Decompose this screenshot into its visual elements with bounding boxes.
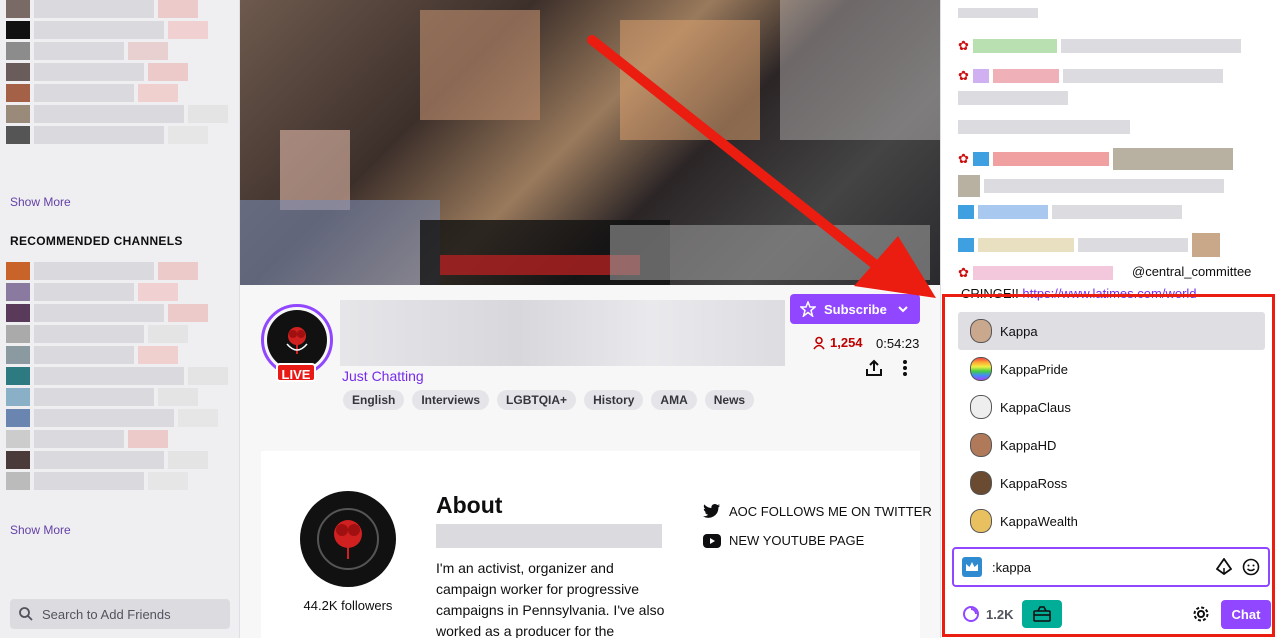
chevron-down-icon — [898, 306, 908, 313]
rose-badge-icon: ✿ — [958, 38, 969, 53]
search-friends-input[interactable]: Search to Add Friends — [10, 599, 230, 629]
recommended-channels-list — [6, 262, 230, 493]
app-root: Show More RECOMMENDED CHANNELS Show More… — [0, 0, 1276, 638]
chat-message: ✿ — [958, 38, 1258, 54]
category-link[interactable]: Just Chatting — [342, 368, 424, 384]
video-player[interactable] — [240, 0, 940, 285]
rose-badge-icon: ✿ — [958, 68, 969, 83]
rose-badge-icon: ✿ — [958, 151, 969, 166]
emote-icon — [1192, 233, 1220, 257]
youtube-link-label: NEW YOUTUBE PAGE — [729, 533, 865, 548]
twitter-icon — [703, 504, 720, 518]
channel-avatar-image — [267, 310, 327, 370]
emote-icon — [1112, 148, 1233, 170]
channel-row[interactable] — [6, 472, 230, 490]
about-name-redacted — [436, 524, 662, 548]
crown-badge-icon — [958, 238, 974, 252]
stream-tags: English Interviews LGBTQIA+ History AMA … — [343, 390, 755, 410]
chat-message: ✿ — [958, 148, 1258, 170]
channel-row[interactable] — [6, 126, 230, 144]
tag[interactable]: Interviews — [412, 390, 490, 410]
rose-logo-icon — [317, 508, 379, 570]
youtube-link[interactable]: NEW YOUTUBE PAGE — [703, 533, 864, 548]
channel-row[interactable] — [6, 430, 230, 448]
channel-row[interactable] — [6, 451, 230, 469]
tag[interactable]: News — [704, 390, 755, 410]
chat-message — [958, 91, 1258, 105]
live-badge: LIVE — [276, 363, 316, 382]
stream-uptime: 0:54:23 — [876, 336, 920, 351]
chat-message — [958, 8, 1258, 18]
share-icon — [866, 359, 882, 376]
tag[interactable]: History — [584, 390, 644, 410]
chat-message — [958, 205, 1258, 219]
emote-icon — [958, 175, 980, 197]
channel-row[interactable] — [6, 63, 230, 81]
rose-badge-icon: ✿ — [958, 265, 969, 280]
followers-count: 44.2K followers — [303, 598, 393, 613]
person-icon — [813, 336, 825, 349]
recommended-channels-heading: RECOMMENDED CHANNELS — [10, 234, 183, 248]
channel-row[interactable] — [6, 283, 230, 301]
about-heading: About — [436, 492, 503, 518]
chat-message — [958, 233, 1258, 257]
tag[interactable]: LGBTQIA+ — [497, 390, 577, 410]
channel-row[interactable] — [6, 84, 230, 102]
rose-logo-icon — [286, 327, 308, 354]
show-more-link[interactable]: Show More — [10, 195, 71, 209]
channel-row[interactable] — [6, 262, 230, 280]
channel-row[interactable] — [6, 325, 230, 343]
twitter-link[interactable]: AOC FOLLOWS ME ON TWITTER — [703, 503, 932, 519]
annotation-highlight-box — [942, 294, 1275, 637]
crown-badge-icon — [972, 152, 989, 166]
search-icon — [19, 607, 33, 621]
viewer-count: 1,254 — [812, 335, 863, 350]
youtube-icon — [703, 533, 721, 548]
channel-row[interactable] — [6, 42, 230, 60]
channel-row[interactable] — [6, 105, 230, 123]
twitter-link-label: AOC FOLLOWS ME ON TWITTER — [729, 503, 932, 519]
chat-message — [958, 175, 1258, 197]
show-more-link[interactable]: Show More — [10, 523, 71, 537]
vertical-ellipsis-icon — [903, 360, 907, 376]
about-avatar — [300, 491, 396, 587]
tag[interactable]: AMA — [651, 390, 697, 410]
channel-row[interactable] — [6, 0, 230, 18]
channel-row[interactable] — [6, 346, 230, 364]
channel-row[interactable] — [6, 367, 230, 385]
viewer-count-value: 1,254 — [830, 335, 863, 350]
star-icon — [800, 301, 816, 317]
channel-row[interactable] — [6, 388, 230, 406]
channel-row[interactable] — [6, 21, 230, 39]
crown-badge-icon — [958, 205, 974, 219]
channel-row[interactable] — [6, 409, 230, 427]
chat-message: ✿ — [958, 68, 1258, 84]
search-placeholder: Search to Add Friends — [42, 606, 171, 622]
subscribe-label: Subscribe — [824, 301, 887, 317]
stream-title-redacted — [340, 300, 785, 366]
chat-mention[interactable]: @central_committee — [1132, 264, 1251, 279]
subscribe-button[interactable]: Subscribe — [790, 294, 920, 324]
chat-message — [958, 120, 1258, 134]
left-sidebar: Show More RECOMMENDED CHANNELS Show More… — [0, 0, 240, 638]
followed-channels-list — [6, 0, 230, 147]
more-options-button[interactable] — [897, 358, 913, 383]
tag[interactable]: English — [343, 390, 405, 410]
channel-row[interactable] — [6, 304, 230, 322]
share-button[interactable] — [864, 358, 884, 383]
gift-icon — [972, 69, 989, 83]
about-bio: I'm an activist, organizer and campaign … — [436, 560, 665, 638]
